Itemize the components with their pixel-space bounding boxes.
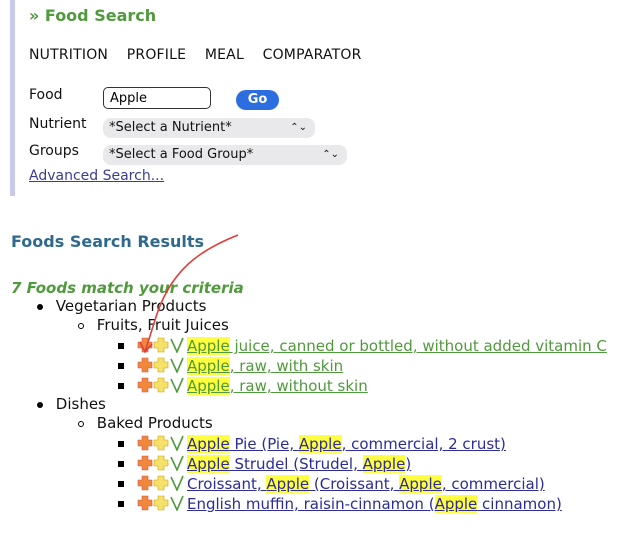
food-result-link[interactable]: Apple, raw, with skin: [187, 357, 343, 375]
link-text: (Croissant,: [309, 475, 400, 493]
add-orange-icon[interactable]: [137, 455, 153, 471]
search-highlight: Apple: [434, 495, 478, 513]
chevron-updown-icon: ⌃⌄: [290, 122, 307, 133]
add-orange-icon[interactable]: [137, 495, 153, 511]
food-search-input[interactable]: [103, 87, 211, 109]
page-title: » Food Search: [29, 6, 157, 25]
item-actions: [137, 475, 185, 493]
groups-select[interactable]: *Select a Food Group* ⌃⌄: [103, 145, 347, 165]
vegetarian-check-icon: [170, 337, 184, 353]
add-orange-icon[interactable]: [137, 475, 153, 491]
add-yellow-icon[interactable]: [153, 455, 169, 471]
link-text: , raw, without skin: [229, 377, 368, 395]
add-yellow-icon[interactable]: [153, 337, 169, 353]
advanced-search-link[interactable]: Advanced Search...: [29, 168, 164, 184]
food-result-link[interactable]: Apple Pie (Pie, Apple, commercial, 2 cru…: [187, 435, 506, 453]
tab-comparator[interactable]: COMPARATOR: [263, 47, 362, 63]
link-text: English muffin, raisin-cinnamon (: [187, 495, 435, 513]
item-actions: [137, 357, 185, 375]
add-orange-icon[interactable]: [137, 435, 153, 451]
search-highlight: Apple: [187, 377, 230, 395]
food-label: Food: [29, 87, 63, 103]
link-text: Strudel (Strudel,: [229, 455, 363, 473]
vegetarian-check-icon: [170, 475, 184, 491]
tab-profile[interactable]: PROFILE: [127, 47, 186, 63]
item-actions: [137, 455, 185, 473]
bullet: [118, 363, 124, 369]
link-text: , commercial, 2 crust): [341, 435, 506, 453]
add-orange-icon[interactable]: [137, 357, 153, 373]
vegetarian-check-icon: [170, 377, 184, 393]
bullet: [78, 322, 84, 329]
food-result-link[interactable]: Apple juice, canned or bottled, without …: [187, 337, 607, 355]
add-orange-icon[interactable]: [137, 377, 153, 393]
bullet: [78, 420, 84, 427]
link-text: ): [405, 455, 412, 473]
subcategory-item: Fruits, Fruit Juices: [78, 316, 229, 334]
search-highlight: Apple: [362, 455, 406, 473]
category-label: Vegetarian Products: [55, 297, 207, 315]
bullet: [118, 343, 124, 349]
search-highlight: Apple: [187, 357, 230, 375]
item-actions: [137, 377, 185, 395]
add-yellow-icon[interactable]: [153, 435, 169, 451]
food-result-link[interactable]: Apple, raw, without skin: [187, 377, 368, 395]
nutrient-label: Nutrient: [29, 116, 87, 132]
tab-meal[interactable]: MEAL: [205, 47, 244, 63]
category-label: Dishes: [55, 395, 106, 413]
search-highlight: Apple: [187, 337, 230, 355]
search-highlight: Apple: [187, 435, 230, 453]
link-text: , raw, with skin: [229, 357, 344, 375]
add-yellow-icon[interactable]: [153, 475, 169, 491]
food-result-link[interactable]: English muffin, raisin-cinnamon (Apple c…: [187, 495, 562, 513]
subcategory-item: Baked Products: [78, 414, 213, 432]
nutrient-select-value: *Select a Nutrient*: [109, 120, 232, 135]
vegetarian-check-icon: [170, 455, 184, 471]
search-highlight: Apple: [187, 455, 230, 473]
add-orange-icon[interactable]: [137, 337, 153, 353]
link-text: cinnamon): [477, 495, 562, 513]
subcategory-label: Baked Products: [96, 414, 213, 432]
vegetarian-check-icon: [170, 435, 184, 451]
search-highlight: Apple: [399, 475, 442, 493]
bullet: [118, 461, 124, 467]
groups-select-value: *Select a Food Group*: [109, 147, 254, 162]
search-highlight: Apple: [298, 435, 342, 453]
item-actions: [137, 435, 185, 453]
bullet: [37, 303, 43, 310]
results-title: Foods Search Results: [11, 232, 205, 251]
bullet: [37, 401, 43, 408]
results-count: 7 Foods match your criteria: [11, 279, 244, 297]
nav-tabs: NUTRITION PROFILE MEAL COMPARATOR: [29, 47, 376, 63]
link-text: , commercial): [441, 475, 545, 493]
link-text: juice, canned or bottled, without added …: [229, 337, 607, 355]
nutrient-select[interactable]: *Select a Nutrient* ⌃⌄: [103, 118, 315, 138]
bullet: [118, 481, 124, 487]
bullet: [118, 383, 124, 389]
bullet: [118, 441, 124, 447]
add-yellow-icon[interactable]: [153, 495, 169, 511]
food-result-link[interactable]: Apple Strudel (Strudel, Apple): [187, 455, 411, 473]
food-result-link[interactable]: Croissant, Apple (Croissant, Apple, comm…: [187, 475, 545, 493]
category-item: Vegetarian Products: [37, 297, 207, 315]
vegetarian-check-icon: [170, 495, 184, 511]
groups-label: Groups: [29, 143, 79, 159]
search-panel: » Food Search NUTRITION PROFILE MEAL COM…: [10, 0, 629, 196]
category-item: Dishes: [37, 395, 106, 413]
go-button[interactable]: Go: [236, 90, 279, 110]
link-text: Pie (Pie,: [229, 435, 299, 453]
bullet: [118, 501, 124, 507]
link-text: Croissant,: [187, 475, 267, 493]
add-yellow-icon[interactable]: [153, 357, 169, 373]
tab-nutrition[interactable]: NUTRITION: [29, 47, 108, 63]
subcategory-label: Fruits, Fruit Juices: [96, 316, 229, 334]
add-yellow-icon[interactable]: [153, 377, 169, 393]
item-actions: [137, 337, 185, 355]
item-actions: [137, 495, 185, 513]
search-highlight: Apple: [266, 475, 310, 493]
vegetarian-check-icon: [170, 357, 184, 373]
chevron-updown-icon: ⌃⌄: [322, 149, 339, 160]
